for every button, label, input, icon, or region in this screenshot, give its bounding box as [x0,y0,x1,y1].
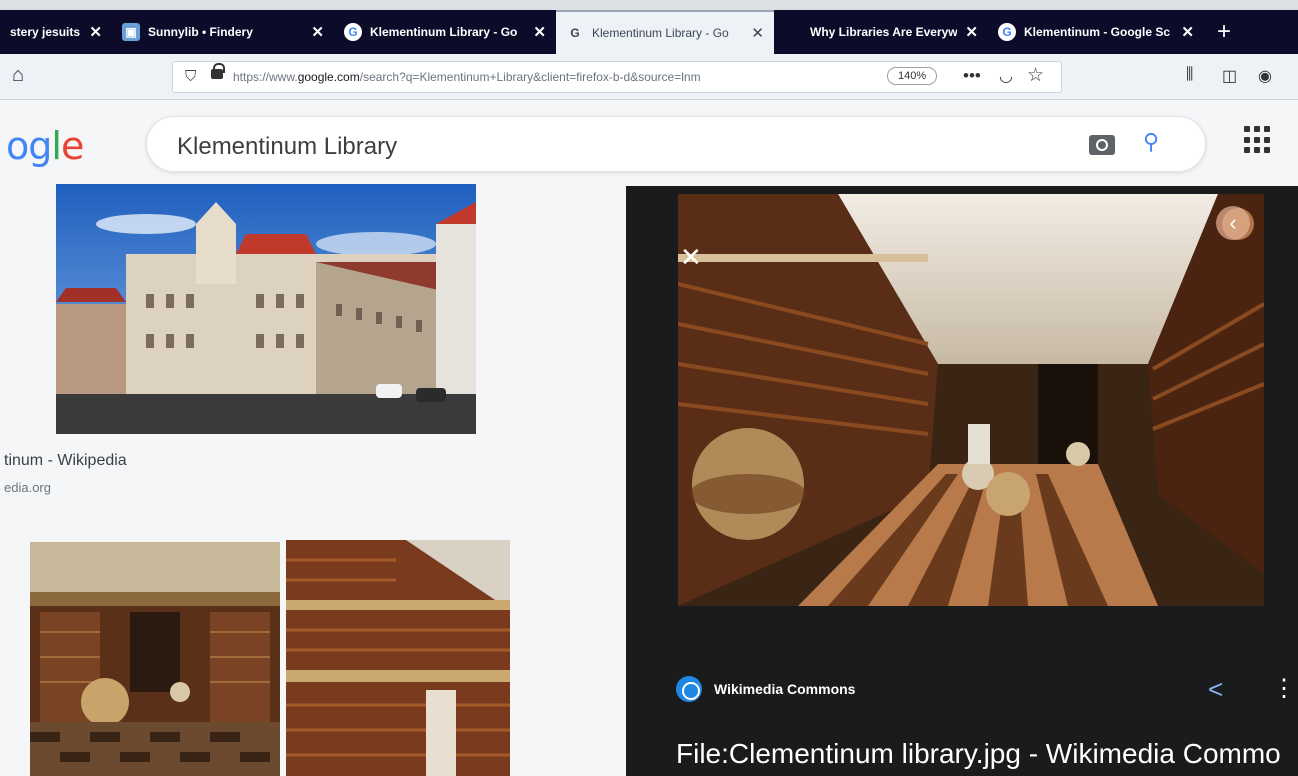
tab-title: Klementinum Library - Go [370,25,518,39]
sunnylib-favicon-icon: ▣ [122,23,140,41]
bookmark-star-icon[interactable]: ☆ [1027,64,1044,87]
google-favicon-icon: G [344,23,362,41]
close-preview-icon[interactable]: ✕ [680,242,702,273]
pocket-icon[interactable]: ◡ [999,66,1013,86]
url-path: /search?q=Klementinum+Library&client=fir… [359,70,701,84]
library-icon[interactable]: ⫼ [1186,66,1193,84]
sidebar-icon[interactable]: ◫ [1222,66,1237,86]
result-image-library-hall[interactable] [30,542,280,776]
zoom-level-badge[interactable]: 140% [887,67,938,85]
google-images-page: ogle Klementinum Library ⚲ tinum - Wikip… [0,100,1298,776]
previous-image-button[interactable]: ‹ [1216,206,1250,240]
bookshelves-photo [286,540,510,776]
search-input[interactable]: Klementinum Library [177,133,397,161]
source-row[interactable]: Wikimedia Commons [676,676,855,702]
result-image-bookshelves[interactable] [286,540,510,776]
close-tab-icon[interactable]: ✕ [533,23,546,41]
result-title[interactable]: tinum - Wikipedia [4,452,127,470]
wikimedia-logo-icon [676,676,702,702]
source-name: Wikimedia Commons [714,681,856,697]
logo-letter: e [60,124,84,168]
preview-image[interactable] [678,194,1264,606]
tracking-shield-icon[interactable]: ⛉ [185,68,196,85]
result-image-exterior[interactable] [56,184,476,434]
address-bar[interactable]: ⛉ https://www.google.com/search?q=Klemen… [172,61,1062,93]
library-hall-photo [30,542,280,776]
tab-klementinum-scholar[interactable]: G Klementinum - Google Sc ✕ [988,10,1204,54]
search-box[interactable]: Klementinum Library ⚲ [146,116,1206,172]
logo-letter: g [28,124,52,168]
url-text[interactable]: https://www.google.com/search?q=Klementi… [233,70,853,84]
navigation-bar: ⌂ ⛉ https://www.google.com/search?q=Klem… [0,54,1298,100]
baroque-library-photo [678,194,1264,606]
close-tab-icon[interactable]: ✕ [965,23,978,41]
preview-title[interactable]: File:Clementinum library.jpg - Wikimedia… [676,738,1281,770]
share-icon[interactable]: < [1208,674,1223,705]
tab-klementinum-library-1[interactable]: G Klementinum Library - Go ✕ [334,10,556,54]
camera-icon[interactable] [1089,135,1115,155]
close-tab-icon[interactable]: ✕ [751,24,764,42]
close-tab-icon[interactable]: ✕ [89,23,102,41]
apps-grid-icon[interactable] [1244,126,1272,154]
url-prefix: https://www. [233,70,298,84]
logo-letter: o [6,124,29,168]
tab-title: Sunnylib • Findery [148,25,253,39]
result-source: edia.org [4,480,51,495]
logo-letter: l [51,124,62,168]
tab-title: Klementinum Library - Go [592,26,729,40]
google-favicon-icon: G [570,26,580,40]
lock-icon[interactable] [211,63,225,79]
exterior-photo [56,184,476,434]
close-tab-icon[interactable]: ✕ [1181,23,1194,41]
more-options-icon[interactable]: ⋮ [1272,674,1296,703]
tab-title: stery jesuits [10,25,81,39]
tab-why-libraries[interactable]: Why Libraries Are Everywh ✕ [774,10,988,54]
tab-mystery-jesuits[interactable]: stery jesuits ✕ [0,10,112,54]
tab-title: Klementinum - Google Sc [1024,25,1171,39]
tab-sunnylib-findery[interactable]: ▣ Sunnylib • Findery ✕ [112,10,334,54]
account-icon[interactable]: ◉ [1258,66,1272,86]
url-domain: google.com [297,70,360,84]
tab-strip: stery jesuits ✕ ▣ Sunnylib • Findery ✕ G… [0,10,1298,54]
google-logo[interactable]: ogle [6,124,84,168]
tab-klementinum-library-active[interactable]: G Klementinum Library - Go ✕ [556,10,774,54]
google-favicon-icon: G [998,23,1016,41]
tab-title: Why Libraries Are Everywh [810,25,958,39]
new-tab-button[interactable]: + [1204,10,1244,54]
home-icon[interactable]: ⌂ [12,64,24,87]
close-tab-icon[interactable]: ✕ [311,23,324,41]
image-preview-panel: ✕ ‹ Wikimedia Commons < ⋮ File:Clementin… [626,186,1298,776]
search-icon[interactable]: ⚲ [1143,129,1159,155]
page-actions-icon[interactable]: ••• [963,66,981,86]
